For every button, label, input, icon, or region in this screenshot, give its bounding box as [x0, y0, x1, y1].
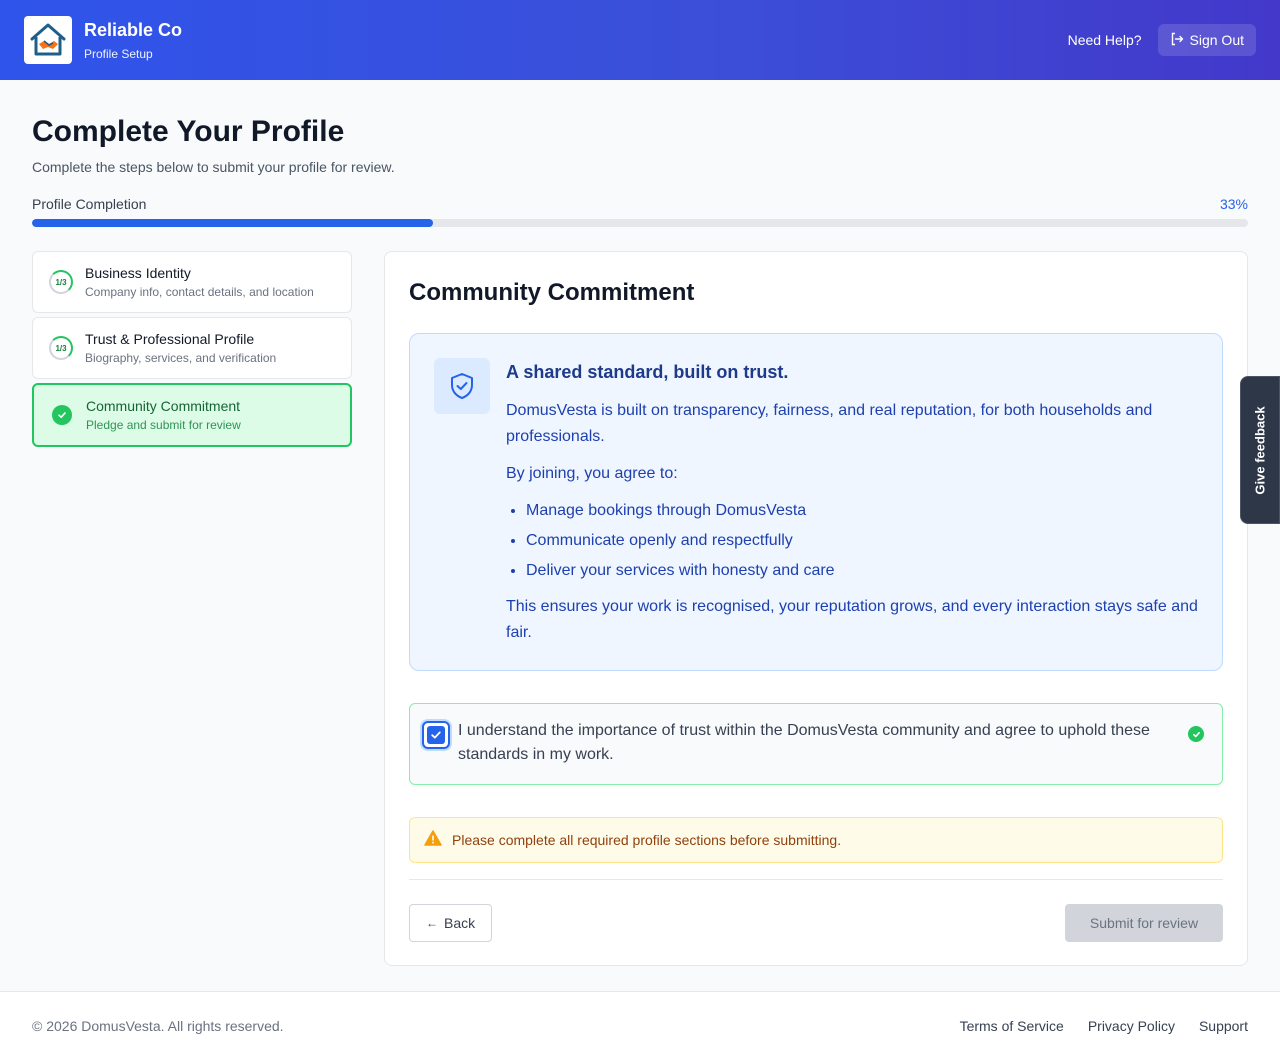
agreement-box[interactable]: I understand the importance of trust wit…	[409, 703, 1223, 785]
arrow-left-icon: ←	[426, 916, 438, 930]
step-title: Business Identity	[85, 265, 191, 281]
footer: © 2026 DomusVesta. All rights reserved. …	[0, 991, 1280, 1060]
info-heading: A shared standard, built on trust.	[506, 362, 789, 382]
footer-links: Terms of Service Privacy Policy Support	[936, 1018, 1248, 1034]
check-circle-icon	[52, 405, 72, 425]
step-title: Community Commitment	[86, 398, 241, 414]
progress-track	[32, 219, 1248, 227]
logo-icon	[24, 16, 72, 64]
terms-of-service-link[interactable]: Terms of Service	[960, 1018, 1064, 1034]
agreement-checkbox[interactable]	[422, 721, 450, 749]
steps-sidebar: 1/3 Business Identity Company info, cont…	[32, 251, 352, 966]
divider	[409, 879, 1223, 880]
progress-percent: 33%	[1219, 196, 1248, 212]
back-label: Back	[444, 915, 476, 931]
warning-alert: Please complete all required profile sec…	[409, 817, 1223, 863]
commitment-info-box: A shared standard, built on trust. Domus…	[409, 333, 1223, 671]
top-header: Reliable Co Profile Setup Need Help? Sig…	[0, 0, 1280, 80]
brand[interactable]: Reliable Co Profile Setup	[24, 16, 182, 64]
step-progress-badge: 1/3	[49, 336, 73, 360]
copyright: © 2026 DomusVesta. All rights reserved.	[32, 1018, 284, 1034]
list-item: Manage bookings through DomusVesta	[526, 496, 1198, 526]
form-actions: ← Back Submit for review	[409, 904, 1223, 942]
progress-label: Profile Completion	[32, 196, 147, 212]
checkmark-icon	[427, 726, 445, 744]
page-subtitle: Complete the steps below to submit your …	[32, 159, 395, 175]
profile-progress: Profile Completion 33%	[0, 195, 1280, 227]
sign-out-button[interactable]: Sign Out	[1157, 24, 1256, 56]
warning-text: Please complete all required profile sec…	[452, 832, 842, 848]
submit-for-review-button[interactable]: Submit for review	[1065, 904, 1223, 942]
list-item: Deliver your services with honesty and c…	[526, 556, 1198, 586]
give-feedback-tab[interactable]: Give feedback	[1240, 376, 1280, 524]
agreement-text[interactable]: I understand the importance of trust wit…	[458, 719, 1168, 767]
commitment-panel: Community Commitment A shared standard, …	[384, 251, 1248, 966]
step-description: Biography, services, and verification	[85, 351, 277, 365]
page-heading: Complete Your Profile Complete the steps…	[0, 80, 1280, 177]
info-join-intro: By joining, you agree to:	[506, 465, 678, 482]
back-button[interactable]: ← Back	[409, 904, 493, 942]
feedback-label: Give feedback	[1252, 405, 1268, 495]
step-trust-professional-profile[interactable]: 1/3 Trust & Professional Profile Biograp…	[32, 317, 352, 379]
list-item: Communicate openly and respectfully	[526, 526, 1198, 556]
logout-icon	[1170, 32, 1190, 49]
step-business-identity[interactable]: 1/3 Business Identity Company info, cont…	[32, 251, 352, 313]
support-link[interactable]: Support	[1199, 1018, 1248, 1034]
step-title: Trust & Professional Profile	[85, 331, 255, 347]
check-circle-icon	[1188, 726, 1204, 742]
panel-title: Community Commitment	[409, 279, 695, 306]
page-title: Complete Your Profile	[32, 115, 345, 148]
shield-check-icon	[434, 358, 490, 414]
progress-fill	[32, 219, 434, 227]
brand-name: Reliable Co	[84, 20, 183, 40]
sign-out-label: Sign Out	[1189, 32, 1244, 48]
privacy-policy-link[interactable]: Privacy Policy	[1088, 1018, 1175, 1034]
step-description: Company info, contact details, and locat…	[85, 285, 314, 299]
step-progress-badge: 1/3	[49, 270, 73, 294]
need-help-link[interactable]: Need Help?	[1068, 32, 1142, 48]
step-community-commitment[interactable]: Community Commitment Pledge and submit f…	[32, 383, 352, 447]
warning-triangle-icon	[424, 829, 442, 851]
step-description: Pledge and submit for review	[86, 418, 241, 432]
commitment-list: Manage bookings through DomusVesta Commu…	[506, 496, 1198, 586]
info-closing: This ensures your work is recognised, yo…	[506, 598, 1198, 641]
info-paragraph: DomusVesta is built on transparency, fai…	[506, 402, 1153, 445]
brand-subtitle: Profile Setup	[84, 47, 153, 61]
